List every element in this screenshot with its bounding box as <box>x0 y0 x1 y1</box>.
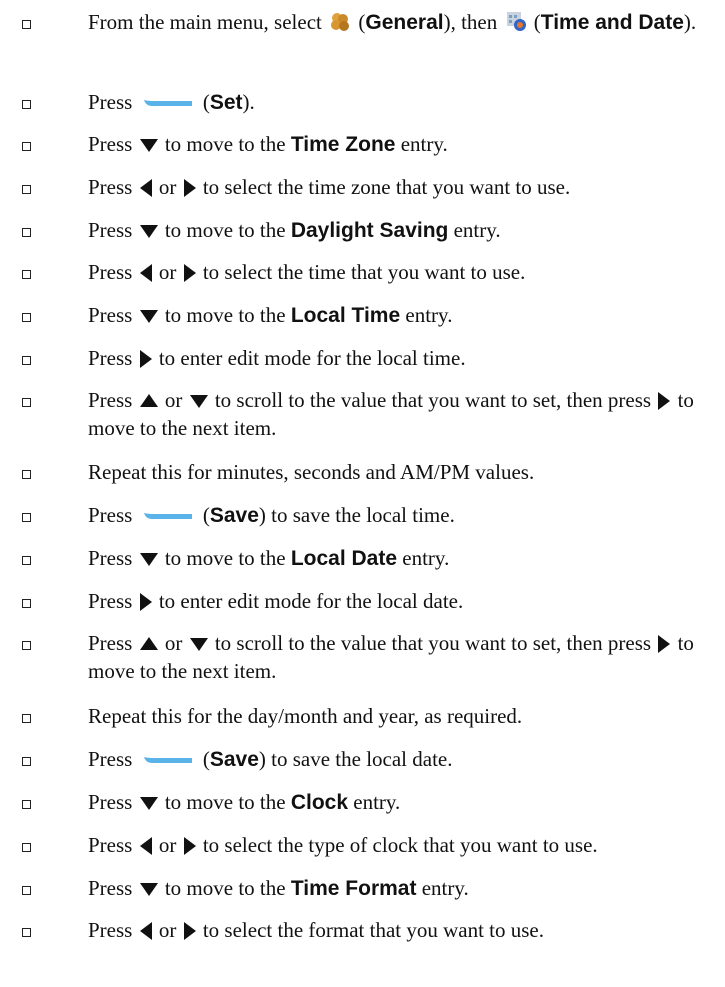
down-arrow-icon <box>139 796 158 810</box>
down-arrow-icon <box>139 138 158 152</box>
step-text: Repeat this for minutes, seconds and AM/… <box>88 460 535 484</box>
step-text: Press or to scroll to the value that you… <box>88 631 694 683</box>
step-text: Press to move to the Local Date entry. <box>88 546 450 570</box>
step-text: Repeat this for the day/month and year, … <box>88 704 523 728</box>
step-text: Press to move to the Clock entry. <box>88 790 401 814</box>
step-text: From the main menu, select (General), th… <box>88 10 697 34</box>
step-text: Press to move to the Time Zone entry. <box>88 132 448 156</box>
checkbox-bullet <box>22 313 31 322</box>
left-arrow-icon <box>139 837 152 856</box>
checkbox-bullet <box>22 886 31 895</box>
right-arrow-icon <box>139 593 152 612</box>
step-text: Press to move to the Local Time entry. <box>88 303 453 327</box>
general-icon <box>331 13 350 32</box>
step-text: Press or to select the time zone that yo… <box>88 175 571 199</box>
step-text: Press (Set). <box>88 90 255 114</box>
checkbox-bullet <box>22 641 31 650</box>
checkbox-bullet <box>22 356 31 365</box>
checkbox-bullet <box>22 270 31 279</box>
time-and-date-icon <box>506 12 526 32</box>
step-text: Press to move to the Daylight Saving ent… <box>88 218 501 242</box>
right-arrow-icon <box>183 179 196 198</box>
checkbox-bullet <box>22 556 31 565</box>
step-text: Press to move to the Time Format entry. <box>88 876 469 900</box>
checkbox-bullet <box>22 843 31 852</box>
checkbox-bullet <box>22 757 31 766</box>
down-arrow-icon <box>139 882 158 896</box>
checkbox-bullet <box>22 714 31 723</box>
right-arrow-icon <box>183 922 196 941</box>
checkbox-bullet <box>22 599 31 608</box>
step-text: Press or to select the time that you wan… <box>88 260 526 284</box>
save-softkey-icon <box>143 513 192 520</box>
checkbox-bullet <box>22 20 31 29</box>
checkbox-bullet <box>22 513 31 522</box>
up-arrow-icon <box>139 636 158 650</box>
step-text: Press (Save) to save the local date. <box>88 747 453 771</box>
left-arrow-icon <box>139 922 152 941</box>
checkbox-bullet <box>22 398 31 407</box>
checkbox-bullet <box>22 470 31 479</box>
step-text: Press or to select the type of clock tha… <box>88 833 598 857</box>
checkbox-bullet <box>22 142 31 151</box>
save-softkey-icon <box>143 757 192 764</box>
up-arrow-icon <box>139 393 158 407</box>
step-text: Press to enter edit mode for the local d… <box>88 589 464 613</box>
left-arrow-icon <box>139 179 152 198</box>
right-arrow-icon <box>658 392 671 411</box>
checkbox-bullet <box>22 100 31 109</box>
down-arrow-icon <box>139 309 158 323</box>
checkbox-bullet <box>22 800 31 809</box>
step-text: Press (Save) to save the local time. <box>88 503 455 527</box>
right-arrow-icon <box>658 635 671 654</box>
set-softkey-icon <box>143 100 192 107</box>
right-arrow-icon <box>183 264 196 283</box>
right-arrow-icon <box>139 350 152 369</box>
down-arrow-icon <box>139 552 158 566</box>
right-arrow-icon <box>183 837 196 856</box>
step-text: Press to enter edit mode for the local t… <box>88 346 466 370</box>
down-arrow-icon <box>189 394 208 408</box>
down-arrow-icon <box>189 637 208 651</box>
step-text: Press or to select the format that you w… <box>88 918 545 942</box>
left-arrow-icon <box>139 264 152 283</box>
step-text: Press or to scroll to the value that you… <box>88 388 694 440</box>
checkbox-bullet <box>22 185 31 194</box>
checkbox-bullet <box>22 928 31 937</box>
checkbox-bullet <box>22 228 31 237</box>
down-arrow-icon <box>139 224 158 238</box>
